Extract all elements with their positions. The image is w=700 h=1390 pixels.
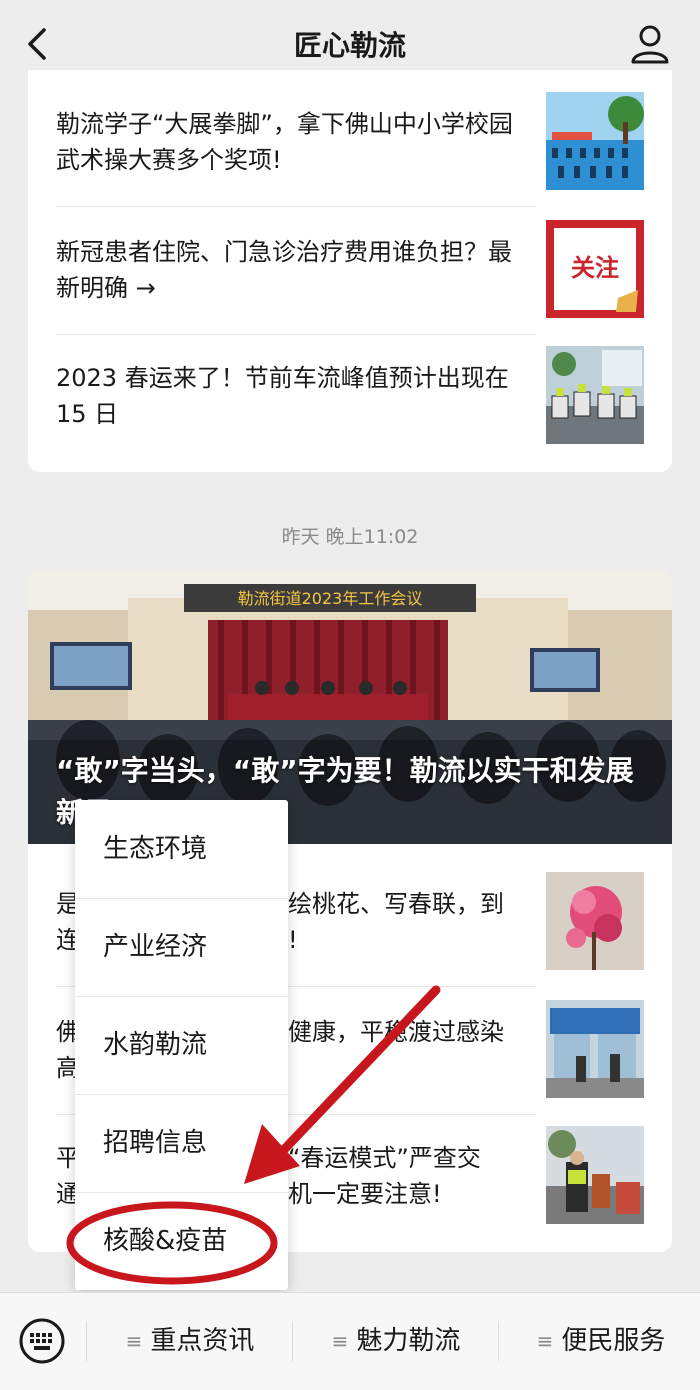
divider bbox=[498, 1321, 499, 1361]
submenu-item-highlighted[interactable]: 核酸&疫苗 bbox=[75, 1192, 288, 1290]
article-title-fragment: 健康，平稳渡过感染 bbox=[288, 1014, 548, 1050]
article-title: 勒流学子“大展拳脚”，拿下佛山中小学校园武术操大赛多个奖项! bbox=[56, 110, 513, 174]
divider bbox=[292, 1321, 293, 1361]
menu-lines-icon: ≡ bbox=[331, 1329, 349, 1353]
article-thumbnail bbox=[546, 872, 644, 970]
menu-tab-label: 便民服务 bbox=[561, 1326, 666, 1356]
article-title-fragment: “春运模式”严查交 机一定要注意! bbox=[288, 1140, 548, 1212]
article-thumbnail bbox=[546, 1126, 644, 1224]
article-thumbnail bbox=[546, 1000, 644, 1098]
menu-tab-key-news[interactable]: ≡ 重点资讯 bbox=[90, 1293, 290, 1390]
article-item[interactable]: 新冠患者住院、门急诊治疗费用谁负担？最新明确 → 关注 bbox=[56, 220, 644, 320]
user-profile-icon[interactable] bbox=[628, 22, 672, 66]
message-timestamp: 昨天 晚上11:02 bbox=[281, 526, 419, 548]
menu-lines-icon: ≡ bbox=[125, 1329, 143, 1353]
menu-tab-label: 重点资讯 bbox=[150, 1326, 255, 1356]
menu-tab-services[interactable]: ≡ 便民服务 bbox=[502, 1293, 700, 1390]
submenu-item[interactable]: 水韵勒流 bbox=[75, 996, 288, 1094]
submenu-item[interactable]: 生态环境 bbox=[75, 800, 288, 898]
text-fragment: 机一定要注意! bbox=[288, 1180, 442, 1208]
submenu-popup: 生态环境 产业经济 水韵勒流 招聘信息 核酸&疫苗 bbox=[75, 800, 288, 1290]
bottom-menu-bar: ≡ 重点资讯 ≡ 魅力勒流 ≡ 便民服务 bbox=[0, 1292, 700, 1390]
menu-lines-icon: ≡ bbox=[536, 1329, 554, 1353]
text-fragment: 绘桃花、写春联，到 bbox=[288, 890, 504, 918]
article-item[interactable]: 勒流学子“大展拳脚”，拿下佛山中小学校园武术操大赛多个奖项! bbox=[56, 92, 644, 192]
keyboard-icon[interactable] bbox=[18, 1317, 66, 1365]
banner-text: 勒流街道2023年工作会议 bbox=[238, 589, 423, 608]
article-thumbnail bbox=[546, 346, 644, 444]
article-thumbnail bbox=[546, 92, 644, 190]
article-title: 2023 春运来了！节前车流峰值预计出现在 15 日 bbox=[56, 364, 509, 428]
text-fragment: “春运模式”严查交 bbox=[288, 1144, 481, 1172]
text-fragment: 健康，平稳渡过感染 bbox=[288, 1018, 504, 1046]
text-fragment: ! bbox=[288, 926, 298, 954]
article-title: 新冠患者住院、门急诊治疗费用谁负担？最新明确 → bbox=[56, 238, 512, 302]
divider bbox=[56, 206, 536, 207]
divider bbox=[86, 1321, 87, 1361]
divider bbox=[56, 334, 536, 335]
article-thumbnail: 关注 bbox=[546, 220, 644, 318]
article-item[interactable]: 2023 春运来了！节前车流峰值预计出现在 15 日 bbox=[56, 346, 644, 446]
submenu-item[interactable]: 产业经济 bbox=[75, 898, 288, 996]
thumbnail-label: 关注 bbox=[571, 254, 619, 282]
submenu-item[interactable]: 招聘信息 bbox=[75, 1094, 288, 1192]
menu-tab-charm[interactable]: ≡ 魅力勒流 bbox=[296, 1293, 496, 1390]
menu-tab-label: 魅力勒流 bbox=[356, 1326, 461, 1356]
page-title: 匠心勒流 bbox=[293, 29, 406, 62]
article-title-fragment: 绘桃花、写春联，到 ! bbox=[288, 886, 548, 958]
article-card-1: 勒流学子“大展拳脚”，拿下佛山中小学校园武术操大赛多个奖项! 新冠患者住院、门急… bbox=[28, 70, 672, 472]
